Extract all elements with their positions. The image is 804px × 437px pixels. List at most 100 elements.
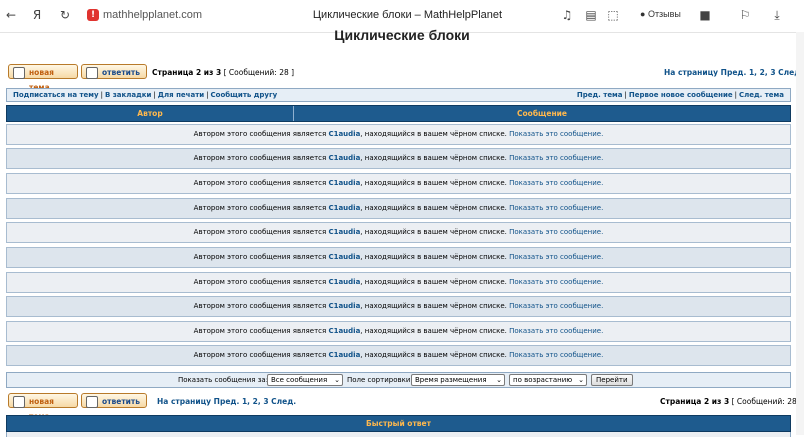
page-link-1[interactable]: 1	[242, 397, 247, 406]
pagination-label[interactable]: На страницу Пред.	[664, 68, 746, 77]
row-text-mid: , находящийся в вашем чёрном списке.	[360, 179, 510, 187]
row-username[interactable]: C1audia	[328, 204, 360, 212]
show-post-link[interactable]: Показать это сообщение.	[509, 327, 603, 335]
reply-label: ответить	[102, 68, 141, 77]
reload-icon[interactable]: ↻	[58, 8, 72, 22]
row-username[interactable]: C1audia	[328, 228, 360, 236]
reviews-label: Отзывы	[647, 9, 681, 19]
chevron-down-icon: ⌄	[496, 376, 502, 384]
show-posts-label: Показать сообщения за:	[178, 376, 269, 384]
tell-friend-link[interactable]: Сообщить другу	[211, 91, 278, 99]
row-username[interactable]: C1audia	[328, 351, 360, 359]
back-arrow-icon[interactable]: ←	[4, 8, 18, 22]
row-text: Автором этого сообщения является	[193, 253, 329, 261]
sort-order-select[interactable]: по возрастанию ⌄	[509, 374, 587, 386]
row-text-mid: , находящийся в вашем чёрном списке.	[360, 204, 510, 212]
prev-topic-link[interactable]: Пред. тема	[577, 91, 623, 99]
next-page-link[interactable]: След.	[271, 397, 296, 406]
new-topic-button-bottom[interactable]: новая тема	[8, 393, 78, 421]
row-username[interactable]: C1audia	[328, 130, 360, 138]
headphones-icon[interactable]: ♫	[560, 8, 574, 22]
show-post-link[interactable]: Показать это сообщение.	[509, 278, 603, 286]
reply-icon	[86, 396, 98, 408]
chevron-down-icon: ⌄	[334, 376, 340, 384]
table-row: Автором этого сообщения является C1audia…	[6, 296, 791, 317]
row-username[interactable]: C1audia	[328, 278, 360, 286]
show-post-link[interactable]: Показать это сообщение.	[509, 130, 603, 138]
reply-label: ответить	[102, 397, 141, 406]
table-row: Автором этого сообщения является C1audia…	[6, 148, 791, 169]
show-post-link[interactable]: Показать это сообщение.	[509, 228, 603, 236]
show-post-link[interactable]: Показать это сообщение.	[509, 351, 603, 359]
show-post-link[interactable]: Показать это сообщение.	[509, 204, 603, 212]
page-info-bottom: Страница 2 из 3 [ Сообщений: 28 ]	[660, 397, 802, 406]
pagination-label[interactable]: На страницу Пред.	[157, 397, 239, 406]
row-username[interactable]: C1audia	[328, 327, 360, 335]
reply-button[interactable]: ответить	[81, 64, 147, 79]
reader-icon[interactable]: ▤	[584, 8, 598, 22]
save-page-icon[interactable]: ⬚	[606, 8, 620, 22]
page-link-3[interactable]: 3	[263, 397, 268, 406]
first-unread-link[interactable]: Первое новое сообщение	[629, 91, 733, 99]
table-row: Автором этого сообщения является C1audia…	[6, 272, 791, 293]
row-text-mid: , находящийся в вашем чёрном списке.	[360, 130, 510, 138]
show-post-link[interactable]: Показать это сообщение.	[509, 253, 603, 261]
pagination-top: На страницу Пред. 1, 2, 3 След.	[664, 68, 804, 77]
row-text: Автором этого сообщения является	[193, 204, 329, 212]
new-topic-icon	[13, 67, 25, 79]
period-select[interactable]: Все сообщения ⌄	[267, 374, 343, 386]
next-topic-link[interactable]: След. тема	[739, 91, 784, 99]
table-row: Автором этого сообщения является C1audia…	[6, 124, 791, 145]
table-row: Автором этого сообщения является C1audia…	[6, 345, 791, 366]
row-username[interactable]: C1audia	[328, 253, 360, 261]
new-topic-icon	[13, 396, 25, 408]
row-text: Автором этого сообщения является	[193, 327, 329, 335]
reply-button-bottom[interactable]: ответить	[81, 393, 147, 408]
sort-field-select[interactable]: Время размещения ⌄	[411, 374, 505, 386]
bookmark-link[interactable]: В закладки	[105, 91, 151, 99]
bookmark-icon[interactable]: ■	[698, 8, 712, 22]
page-link-1[interactable]: 1	[749, 68, 754, 77]
row-username[interactable]: C1audia	[328, 179, 360, 187]
posts-table-header: Автор Сообщение	[6, 105, 791, 122]
show-post-link[interactable]: Показать это сообщение.	[509, 302, 603, 310]
row-text-mid: , находящийся в вашем чёрном списке.	[360, 351, 510, 359]
url-field[interactable]: mathhelpplanet.com	[103, 9, 202, 21]
show-post-link[interactable]: Показать это сообщение.	[509, 179, 603, 187]
page-link-3[interactable]: 3	[770, 68, 775, 77]
sort-field-value: Время размещения	[415, 376, 487, 384]
go-button[interactable]: Перейти	[591, 374, 633, 386]
row-username[interactable]: C1audia	[328, 154, 360, 162]
page-current: 2	[252, 397, 258, 406]
sort-filter-bar: Показать сообщения за: Все сообщения ⌄ По…	[6, 372, 791, 388]
protect-icon[interactable]: ⚐	[738, 8, 752, 22]
new-topic-button[interactable]: новая тема	[8, 64, 78, 92]
page-info: Страница 2 из 3 [ Сообщений: 28 ]	[152, 68, 294, 77]
page-info-count: 2 из 3	[703, 397, 730, 406]
row-text-mid: , находящийся в вашем чёрном списке.	[360, 278, 510, 286]
page-info-prefix: Страница	[152, 68, 196, 77]
row-username[interactable]: C1audia	[328, 302, 360, 310]
row-text: Автором этого сообщения является	[193, 179, 329, 187]
row-text-mid: , находящийся в вашем чёрном списке.	[360, 154, 510, 162]
page-current: 2	[759, 68, 765, 77]
reviews-button[interactable]: ● Отзывы	[640, 9, 681, 19]
row-text: Автором этого сообщения является	[193, 154, 329, 162]
yandex-icon[interactable]: Я	[30, 8, 44, 22]
reply-icon	[86, 67, 98, 79]
page-info-suffix: [ Сообщений: 28 ]	[729, 397, 803, 406]
message-column-header: Сообщение	[517, 109, 567, 118]
row-text-mid: , находящийся в вашем чёрном списке.	[360, 327, 510, 335]
page-info-count: 2 из 3	[195, 68, 222, 77]
pagination-bottom: На страницу Пред. 1, 2, 3 След.	[157, 397, 297, 406]
page-title: Циклические блоки	[334, 27, 470, 43]
scrollbar[interactable]	[796, 32, 804, 435]
download-icon[interactable]: ⤓	[770, 8, 784, 22]
table-row: Автором этого сообщения является C1audia…	[6, 247, 791, 268]
show-post-link[interactable]: Показать это сообщение.	[509, 154, 603, 162]
warning-icon[interactable]: !	[87, 9, 99, 21]
quick-reply-header[interactable]: Быстрый ответ	[6, 415, 791, 432]
print-link[interactable]: Для печати	[158, 91, 204, 99]
subscribe-link[interactable]: Подписаться на тему	[13, 91, 99, 99]
table-row: Автором этого сообщения является C1audia…	[6, 198, 791, 219]
